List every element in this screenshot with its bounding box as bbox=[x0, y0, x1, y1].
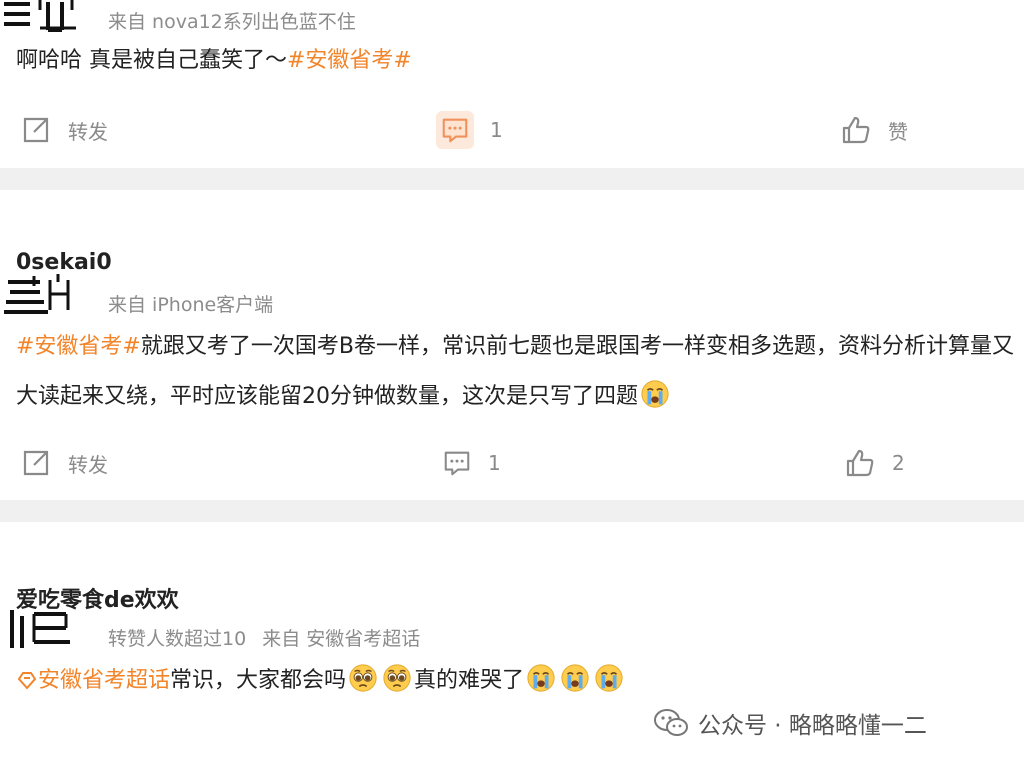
comment-count: 1 bbox=[490, 118, 503, 142]
repost-label: 转发 bbox=[68, 119, 108, 144]
repost-label: 转发 bbox=[68, 452, 108, 477]
crying-emoji bbox=[560, 663, 590, 693]
pleading-emoji bbox=[348, 663, 378, 693]
post-actions: 转发 1 赞 bbox=[0, 105, 1024, 155]
pleading-emoji bbox=[382, 663, 412, 693]
repost-button[interactable]: 转发 bbox=[20, 105, 108, 155]
like-icon bbox=[844, 447, 876, 479]
supertopic-link[interactable]: 安徽省考超话 bbox=[38, 668, 170, 693]
watermark-text: 公众号 · 略略略懂一二 bbox=[698, 713, 927, 739]
crying-emoji bbox=[640, 379, 670, 409]
post-body: 啊哈哈 真是被自己蠢笑了～#安徽省考# bbox=[16, 36, 1014, 86]
like-label: 赞 bbox=[888, 119, 908, 144]
comment-button[interactable]: 1 bbox=[436, 105, 503, 155]
crying-emoji bbox=[526, 663, 556, 693]
comment-count: 1 bbox=[488, 451, 501, 475]
post-source: 来自 iPhone客户端 bbox=[108, 294, 274, 316]
comment-button[interactable]: 1 bbox=[442, 438, 501, 488]
watermark: 公众号 · 略略略懂一二 bbox=[654, 706, 927, 740]
post-actions: 转发 1 2 bbox=[0, 438, 1024, 488]
post-meta: 来自 nova12系列出色蓝不住 bbox=[108, 7, 366, 34]
wechat-icon bbox=[654, 709, 688, 736]
username[interactable]: 0sekai0 bbox=[16, 250, 112, 275]
post-text: 真的难哭了 bbox=[414, 668, 525, 693]
post-body: 安徽省考超话常识，大家都会吗 真的难哭了 bbox=[16, 656, 1014, 706]
post-text: 常识，大家都会吗 bbox=[170, 668, 347, 693]
post-separator bbox=[0, 168, 1024, 190]
comment-icon bbox=[436, 111, 474, 149]
post-badge: 转赞人数超过10 bbox=[108, 628, 247, 650]
crying-emoji bbox=[594, 663, 624, 693]
post-meta: 转赞人数超过10 来自 安徽省考超话 bbox=[108, 624, 430, 651]
supertopic-icon bbox=[17, 672, 37, 690]
topic-link[interactable]: #安徽省考# bbox=[16, 334, 141, 359]
post-text: 啊哈哈 真是被自己蠢笑了～ bbox=[16, 48, 287, 73]
post-text: 就跟又考了一次国考B卷一样，常识前七题也是跟国考一样变相多选题，资料分析计算量又… bbox=[16, 334, 1014, 409]
post-source: 来自 nova12系列出色蓝不住 bbox=[108, 11, 356, 33]
post-source: 来自 安徽省考超话 bbox=[262, 628, 421, 650]
post-meta: 来自 iPhone客户端 bbox=[108, 290, 283, 317]
like-icon bbox=[840, 114, 872, 146]
post-2: 0sekai0 来自 iPhone客户端 #安徽省考#就跟又考了一次国考B卷一样… bbox=[0, 190, 1024, 500]
repost-icon bbox=[20, 114, 52, 146]
avatar[interactable] bbox=[0, 274, 80, 318]
post-separator bbox=[0, 500, 1024, 522]
post-1: 来自 nova12系列出色蓝不住 啊哈哈 真是被自己蠢笑了～#安徽省考# 转发 … bbox=[0, 0, 1024, 168]
avatar[interactable] bbox=[0, 608, 80, 652]
like-count: 2 bbox=[892, 451, 905, 475]
repost-button[interactable]: 转发 bbox=[20, 438, 108, 488]
repost-icon bbox=[20, 447, 52, 479]
like-button[interactable]: 2 bbox=[844, 438, 905, 488]
like-button[interactable]: 赞 bbox=[840, 105, 908, 155]
topic-link[interactable]: #安徽省考# bbox=[287, 48, 412, 73]
post-body: #安徽省考#就跟又考了一次国考B卷一样，常识前七题也是跟国考一样变相多选题，资料… bbox=[16, 322, 1014, 422]
comment-icon bbox=[442, 448, 472, 478]
